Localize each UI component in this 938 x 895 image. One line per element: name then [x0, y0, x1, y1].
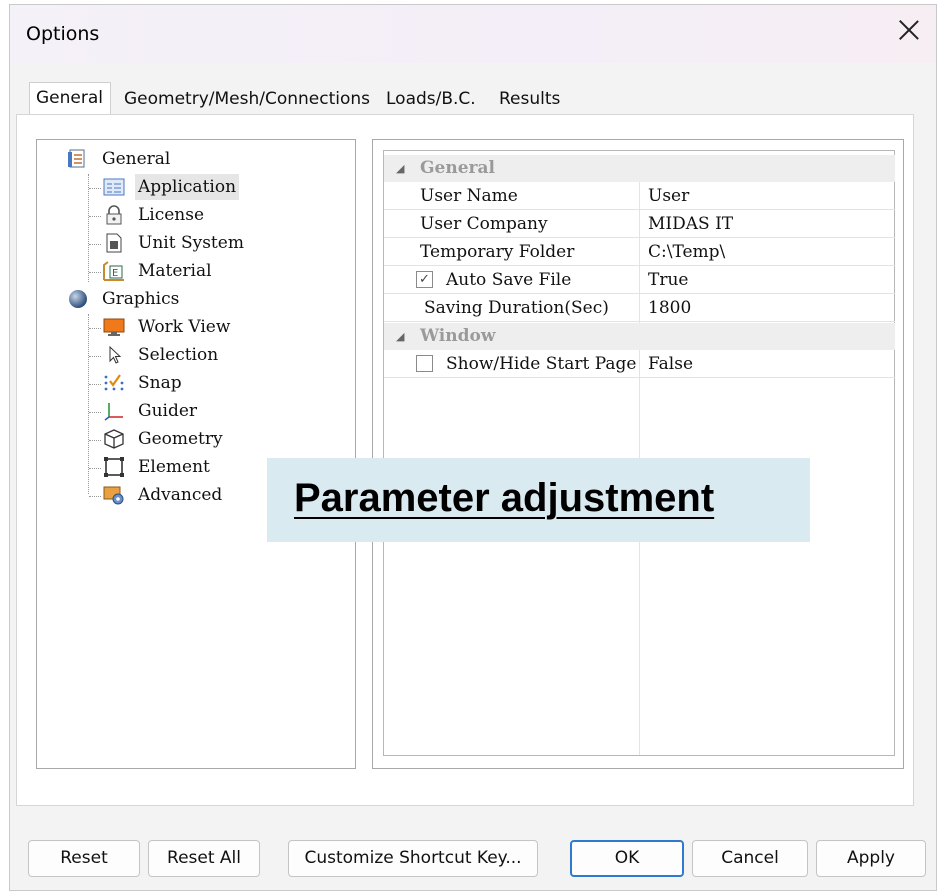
collapse-arrow-icon[interactable]: ◢: [396, 323, 404, 350]
property-value[interactable]: 1800: [648, 294, 691, 322]
tree-item-label: Geometry: [138, 429, 223, 449]
lock-icon: [106, 205, 122, 225]
tree-item-label: License: [138, 205, 205, 225]
annotation-box: Parameter adjustment: [267, 458, 810, 542]
tree-item-label: Work View: [138, 317, 231, 337]
apply-button[interactable]: Apply: [816, 840, 926, 877]
property-row-show-hide-start-page[interactable]: Show/Hide Start Page False: [384, 350, 895, 378]
tree-item-label: Application: [135, 174, 240, 200]
tree-item-label: Graphics: [102, 289, 180, 309]
category-window[interactable]: ◢ Window: [384, 323, 895, 350]
annotation-text: Parameter adjustment: [294, 476, 715, 520]
tree-item-label: Advanced: [138, 485, 223, 505]
property-value[interactable]: User: [648, 182, 689, 210]
property-value[interactable]: False: [648, 350, 693, 378]
tab-geometry-mesh-connections[interactable]: Geometry/Mesh/Connections: [118, 84, 376, 116]
collapse-arrow-icon[interactable]: ◢: [396, 155, 404, 182]
auto-save-checkbox[interactable]: ✓: [416, 271, 433, 288]
start-page-checkbox[interactable]: [416, 355, 433, 372]
property-name: User Company: [420, 214, 548, 234]
ok-button[interactable]: OK: [570, 840, 684, 877]
window-title: Options: [26, 23, 100, 45]
property-value[interactable]: MIDAS IT: [648, 210, 733, 238]
reset-button[interactable]: Reset: [28, 840, 140, 877]
application-icon: [103, 178, 125, 196]
property-row-saving-duration[interactable]: Saving Duration(Sec) 1800: [384, 294, 895, 322]
tree-item-label: General: [102, 149, 171, 169]
tab-results[interactable]: Results: [493, 84, 566, 116]
element-icon: [104, 457, 124, 477]
tree-item-label: Unit System: [138, 233, 244, 253]
property-value[interactable]: C:\Temp\: [648, 238, 725, 266]
property-name: Auto Save File: [446, 270, 572, 290]
tab-general[interactable]: General: [29, 82, 111, 116]
category-label: Window: [420, 326, 496, 346]
property-row-user-name[interactable]: User Name User: [384, 182, 895, 210]
property-row-user-company[interactable]: User Company MIDAS IT: [384, 210, 895, 238]
svg-text:E: E: [112, 268, 118, 279]
tree-item-label: Selection: [138, 345, 219, 365]
property-name: Saving Duration(Sec): [424, 298, 609, 318]
property-grid: ◢ General User Name User User Company MI…: [372, 139, 904, 769]
snap-icon: [104, 374, 124, 391]
customize-shortcut-key-button[interactable]: Customize Shortcut Key...: [288, 840, 538, 877]
tab-loads-bc[interactable]: Loads/B.C.: [380, 84, 482, 116]
material-icon: E: [103, 261, 124, 281]
property-row-temporary-folder[interactable]: Temporary Folder C:\Temp\: [384, 238, 895, 266]
sphere-icon: [69, 290, 87, 308]
close-icon[interactable]: [896, 17, 922, 43]
cube-icon: [104, 429, 124, 449]
tree-item-label: Material: [138, 261, 212, 281]
property-row-auto-save-file[interactable]: ✓ Auto Save File True: [384, 266, 895, 294]
category-label: General: [420, 158, 495, 178]
title-bar: Options: [10, 5, 936, 63]
unit-document-icon: [106, 233, 122, 253]
category-general[interactable]: ◢ General: [384, 155, 895, 182]
document-list-icon: [68, 149, 85, 168]
property-name: User Name: [420, 186, 518, 206]
tree-item-label: Snap: [138, 373, 182, 393]
monitor-icon: [103, 318, 125, 336]
cursor-icon: [109, 345, 122, 364]
options-tree[interactable]: General Application License Unit System: [36, 139, 356, 769]
axes-icon: [104, 403, 123, 421]
tree-item-label: Element: [138, 457, 210, 477]
property-name: Temporary Folder: [420, 242, 575, 262]
property-name: Show/Hide Start Page: [446, 354, 637, 374]
property-value[interactable]: True: [648, 266, 688, 294]
tree-item-label: Guider: [138, 401, 198, 421]
property-grid-inner: ◢ General User Name User User Company MI…: [383, 150, 895, 756]
cancel-button[interactable]: Cancel: [692, 840, 808, 877]
advanced-gear-icon: [103, 486, 124, 505]
reset-all-button[interactable]: Reset All: [148, 840, 260, 877]
